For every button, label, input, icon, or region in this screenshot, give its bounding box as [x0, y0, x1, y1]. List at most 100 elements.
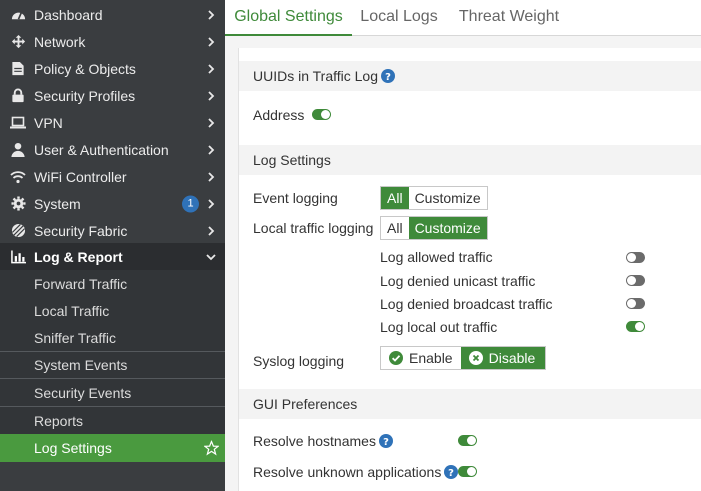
chevron-down-icon: [206, 253, 216, 260]
sidebar-subitem-security-events[interactable]: Security Events: [0, 378, 225, 406]
tab-local-logs[interactable]: Local Logs: [357, 0, 441, 36]
sidebar-item-label: WiFi Controller: [34, 168, 127, 185]
laptop-icon: [10, 115, 26, 131]
event-logging-selector: All Customize: [380, 186, 488, 210]
fabric-icon: [10, 223, 26, 239]
syslog-logging-selector: Enable Disable: [380, 346, 547, 370]
lock-icon: [10, 88, 26, 104]
settings-panel: UUIDs in Traffic Log? Address Log Settin…: [238, 48, 701, 491]
section-header-log-settings: Log Settings: [239, 145, 701, 175]
log-denied-broadcast-label: Log denied broadcast traffic: [380, 296, 553, 312]
resolve-hostnames-toggle[interactable]: [458, 435, 477, 446]
sidebar-item-label: System: [34, 195, 81, 212]
chevron-right-icon: [208, 171, 215, 182]
section-title: Log Settings: [253, 152, 331, 168]
local-traffic-logging-selector: All Customize: [380, 216, 488, 240]
sidebar-item-label: Policy & Objects: [34, 60, 136, 77]
address-label: Address: [253, 107, 305, 123]
help-icon[interactable]: ?: [378, 434, 393, 448]
dashboard-icon: [10, 7, 26, 23]
sidebar-item-network[interactable]: Network: [0, 28, 225, 55]
sidebar-item-vpn[interactable]: VPN: [0, 109, 225, 136]
x-circle-icon: [468, 351, 483, 365]
sidebar-item-policy-objects[interactable]: Policy & Objects: [0, 55, 225, 82]
event-logging-all-option[interactable]: All: [381, 187, 409, 209]
chevron-right-icon: [208, 198, 215, 209]
sidebar-item-label: Security Profiles: [34, 87, 136, 104]
sidebar-subitem-label: Local Traffic: [34, 302, 110, 319]
sidebar-item-system[interactable]: System 1: [0, 190, 225, 217]
wifi-icon: [10, 169, 26, 185]
sidebar: Dashboard Network Policy & Objects Secur…: [0, 0, 225, 491]
chart-icon: [10, 249, 26, 265]
event-logging-customize-option[interactable]: Customize: [409, 187, 487, 209]
local-traffic-customize-option[interactable]: Customize: [408, 217, 487, 239]
sidebar-subitem-label: Forward Traffic: [34, 275, 128, 292]
sidebar-item-wifi-controller[interactable]: WiFi Controller: [0, 163, 225, 190]
sidebar-item-dashboard[interactable]: Dashboard: [0, 1, 225, 28]
help-icon[interactable]: ?: [381, 69, 396, 83]
resolve-unknown-apps-label: Resolve unknown applications?: [253, 464, 459, 480]
sidebar-subitem-label: Log Settings: [34, 440, 112, 456]
log-denied-unicast-toggle[interactable]: [626, 275, 645, 286]
sidebar-item-security-profiles[interactable]: Security Profiles: [0, 82, 225, 109]
log-allowed-traffic-label: Log allowed traffic: [380, 249, 493, 265]
user-icon: [10, 142, 26, 158]
svg-text:?: ?: [448, 468, 454, 479]
syslog-disable-label: Disable: [488, 350, 536, 366]
syslog-logging-label: Syslog logging: [253, 353, 345, 369]
sidebar-item-security-fabric[interactable]: Security Fabric: [0, 217, 225, 244]
tab-threat-weight[interactable]: Threat Weight: [453, 0, 565, 36]
sidebar-item-user-authentication[interactable]: User & Authentication: [0, 136, 225, 163]
chevron-right-icon: [208, 36, 215, 47]
chevron-right-icon: [208, 63, 215, 74]
log-allowed-traffic-toggle[interactable]: [626, 252, 645, 263]
event-logging-label: Event logging: [253, 190, 338, 206]
log-local-out-label: Log local out traffic: [380, 319, 498, 335]
tab-global-settings[interactable]: Global Settings: [225, 0, 352, 36]
local-traffic-all-option[interactable]: All: [381, 217, 409, 239]
log-denied-broadcast-toggle[interactable]: [626, 298, 645, 309]
section-header-gui-preferences: GUI Preferences: [239, 389, 701, 419]
section-header-uuids: UUIDs in Traffic Log?: [239, 61, 701, 91]
gear-icon: [10, 196, 26, 212]
sidebar-subitem-reports[interactable]: Reports: [0, 406, 225, 434]
main-content: Global Settings Local Logs Threat Weight…: [225, 0, 701, 491]
network-icon: [10, 34, 26, 50]
svg-text:?: ?: [383, 437, 389, 448]
chevron-right-icon: [208, 144, 215, 155]
sidebar-subitem-log-settings[interactable]: Log Settings: [0, 434, 225, 462]
log-local-out-toggle[interactable]: [626, 321, 645, 332]
syslog-enable-option[interactable]: Enable: [381, 347, 461, 369]
star-icon[interactable]: [204, 440, 219, 456]
sidebar-subitem-local-traffic[interactable]: Local Traffic: [0, 297, 225, 324]
check-circle-icon: [389, 351, 403, 365]
section-title: UUIDs in Traffic Log?: [253, 68, 396, 84]
sidebar-item-label: Security Fabric: [34, 222, 128, 239]
chevron-right-icon: [208, 225, 215, 236]
sidebar-subitem-label: Security Events: [34, 384, 132, 401]
sidebar-item-log-report[interactable]: Log & Report: [0, 243, 225, 270]
sidebar-subitem-label: Sniffer Traffic: [34, 329, 116, 346]
sidebar-item-label: User & Authentication: [34, 141, 169, 158]
chevron-right-icon: [208, 117, 215, 128]
notification-badge: 1: [182, 195, 199, 212]
sidebar-subitem-sniffer-traffic[interactable]: Sniffer Traffic: [0, 324, 225, 351]
resolve-unknown-apps-toggle[interactable]: [458, 466, 477, 477]
tab-bar: Global Settings Local Logs Threat Weight: [225, 0, 701, 36]
log-denied-unicast-label: Log denied unicast traffic: [380, 273, 536, 289]
syslog-disable-option[interactable]: Disable: [460, 347, 546, 369]
sidebar-item-label: Log & Report: [34, 248, 123, 265]
sidebar-subitem-system-events[interactable]: System Events: [0, 351, 225, 378]
sidebar-item-label: VPN: [34, 114, 63, 131]
svg-text:?: ?: [385, 72, 391, 83]
address-toggle[interactable]: [312, 109, 331, 120]
chevron-right-icon: [208, 9, 215, 20]
help-icon[interactable]: ?: [444, 465, 459, 479]
local-traffic-logging-label: Local traffic logging: [253, 220, 374, 236]
sidebar-subitem-forward-traffic[interactable]: Forward Traffic: [0, 270, 225, 297]
section-title: GUI Preferences: [253, 396, 358, 412]
resolve-hostnames-label: Resolve hostnames?: [253, 433, 393, 449]
sidebar-item-label: Dashboard: [34, 6, 103, 23]
sidebar-item-label: Network: [34, 33, 86, 50]
